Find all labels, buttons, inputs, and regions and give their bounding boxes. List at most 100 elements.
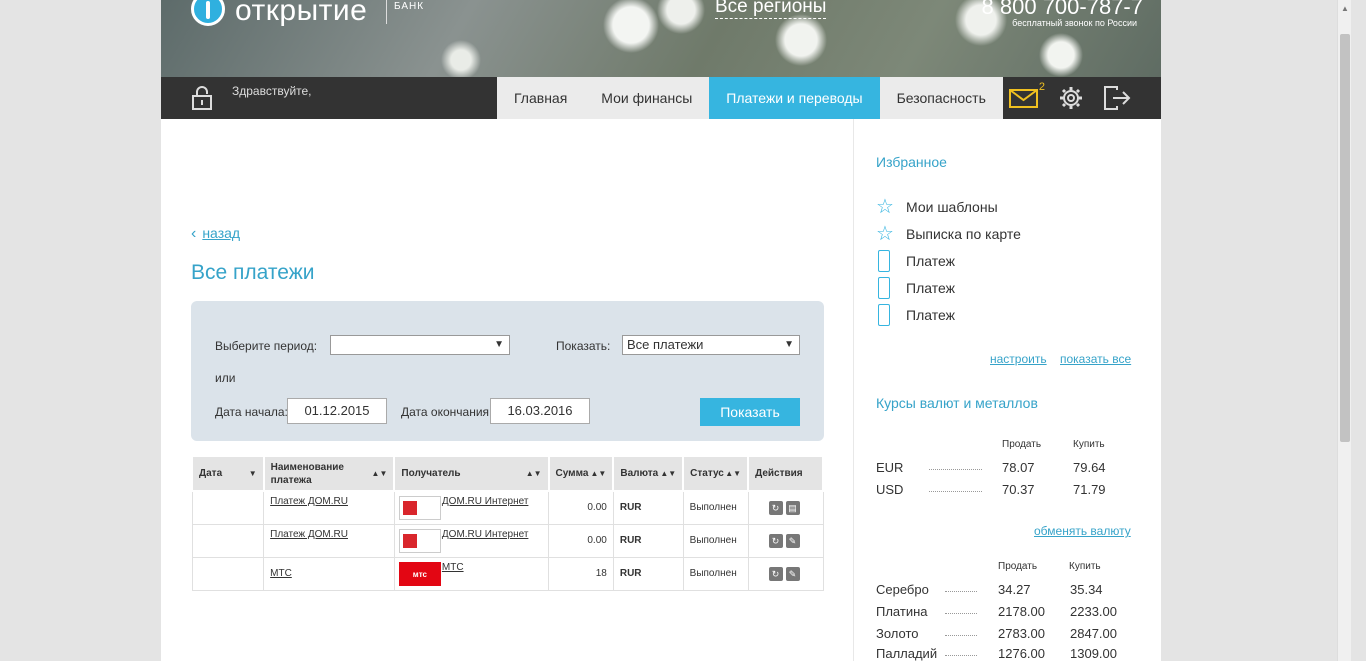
show-all-link[interactable]: показать все [1060,352,1131,366]
cell-status: Выполнен [682,490,749,525]
phone-icon [876,304,894,326]
cell-currency: RUR [612,556,684,591]
tab-finances[interactable]: Мои финансы [584,77,710,119]
scrollbar[interactable]: ▲ [1337,0,1351,661]
logo-icon[interactable] [191,0,225,26]
favorite-item[interactable]: Платеж [876,304,955,326]
favorites-title: Избранное [876,154,947,170]
gear-icon[interactable] [1059,86,1083,110]
cart-icon[interactable]: ▤ [785,500,800,515]
col-amount[interactable]: Сумма ▲▼ [547,455,615,492]
back-link[interactable]: ‹ назад [191,225,240,243]
scrollbar-thumb[interactable] [1340,34,1350,442]
cell-date [191,490,265,525]
sell-header: Продать [998,561,1038,572]
table-header-row: Дата ▼ Наименование платежа ▲▼ Получатель ▲… [191,455,824,492]
col-currency[interactable]: Валюта ▲▼ [612,455,685,492]
lock-icon [192,86,212,110]
favorite-item[interactable]: Платеж [876,277,955,299]
period-label: Выберите период: [215,339,318,353]
start-date-input[interactable]: 01.12.2015 [287,398,387,424]
cell-recipient[interactable]: мтсМТС [393,556,550,591]
dropdown-arrow-icon: ▼ [494,339,504,350]
col-status[interactable]: Статус ▲▼ [682,455,750,492]
star-icon: ☆ [876,196,894,218]
cell-recipient[interactable]: ДОМ.RU Интернет [393,523,550,558]
domru-logo-icon [398,495,441,520]
mail-icon [1009,89,1038,108]
or-label: или [215,371,236,385]
col-date[interactable]: Дата ▼ [191,455,265,492]
cell-actions: ↻ ✎ [747,523,824,558]
configure-link[interactable]: настроить [990,352,1047,366]
edit-icon[interactable]: ✎ [785,566,800,581]
cell-recipient[interactable]: ДОМ.RU Интернет [393,490,550,525]
repeat-icon[interactable]: ↻ [768,533,783,548]
cell-status: Выполнен [682,523,749,558]
table-row: Платеж ДОМ.RU ДОМ.RU Интернет 0.00 RUR В… [191,490,824,525]
cell-actions: ↻ ▤ [747,490,824,525]
sort-icon: ▲▼ [660,469,677,478]
header-banner: ОТКРЫТИЕ БАНК Все регионы 8 800 700-787-… [161,0,1161,77]
logo-divider [386,0,387,24]
tab-main[interactable]: Главная [497,77,585,119]
cell-name[interactable]: Платеж ДОМ.RU [263,490,395,525]
tab-payments[interactable]: Платежи и переводы [709,77,880,119]
payments-table: Дата ▼ Наименование платежа ▲▼ Получатель ▲… [191,455,824,591]
domru-logo-icon [398,528,441,553]
cell-name[interactable]: МТС [263,556,395,591]
cell-status: Выполнен [682,556,749,591]
page: ОТКРЫТИЕ БАНК Все регионы 8 800 700-787-… [161,0,1161,661]
end-date-input[interactable]: 16.03.2016 [490,398,590,424]
cell-currency: RUR [612,490,684,525]
edit-icon[interactable]: ✎ [785,533,800,548]
mail-button[interactable]: 2 [1009,81,1045,109]
table-row: Платеж ДОМ.RU ДОМ.RU Интернет 0.00 RUR В… [191,523,824,558]
phone-icon [876,277,894,299]
exchange-link[interactable]: обменять валюту [1034,524,1131,538]
col-recipient[interactable]: Получатель ▲▼ [393,455,550,492]
show-button[interactable]: Показать [700,398,800,426]
cell-amount: 18 [548,556,614,591]
logo-bank-label: БАНК [394,1,425,12]
repeat-icon[interactable]: ↻ [768,566,783,581]
repeat-icon[interactable]: ↻ [768,500,783,515]
period-select[interactable]: ▼ [330,335,510,355]
nav-icons: 2 [1009,77,1131,119]
end-date-label: Дата окончания: [401,405,493,419]
sort-icon: ▼ [248,469,257,478]
logout-icon[interactable] [1103,86,1131,110]
cell-amount: 0.00 [548,490,614,525]
mts-logo-icon: мтс [398,561,441,586]
cell-date [191,556,265,591]
buy-header: Купить [1069,561,1101,572]
region-selector[interactable]: Все регионы [715,0,827,19]
mail-count-badge: 2 [1038,81,1045,93]
cell-date [191,523,265,558]
greeting-text: Здравствуйте, [232,84,312,98]
col-name[interactable]: Наименование платежа ▲▼ [262,455,396,492]
cell-name[interactable]: Платеж ДОМ.RU [263,523,395,558]
sort-icon: ▲▼ [725,469,742,478]
favorite-item[interactable]: ☆ Выписка по карте [876,224,1021,244]
page-title: Все платежи [191,261,315,284]
show-label: Показать: [556,339,611,353]
filter-panel: Выберите период: ▼ Показать: Все платежи… [191,301,824,441]
buy-header: Купить [1073,439,1105,450]
favorite-item[interactable]: Платеж [876,250,955,272]
favorite-item[interactable]: ☆ Мои шаблоны [876,197,998,217]
cell-amount: 0.00 [548,523,614,558]
star-icon: ☆ [876,223,894,245]
phone-icon [876,250,894,272]
phone-subtitle: бесплатный звонок по России [1012,18,1137,28]
sell-header: Продать [1002,439,1042,450]
logo-text[interactable]: ОТКРЫТИЕ [235,0,367,28]
col-actions: Действия [747,455,824,492]
tab-security[interactable]: Безопасность [879,77,1003,119]
right-sidebar: Избранное ☆ Мои шаблоны ☆ Выписка по карте… [853,119,1161,661]
phone-number: 8 800 700-787-7 [981,0,1143,19]
table-row: МТС мтсМТС 18 RUR Выполнен ↻ ✎ [191,556,824,591]
sort-icon: ▲▼ [371,469,388,478]
scroll-up-icon[interactable]: ▲ [1341,4,1349,13]
show-select[interactable]: Все платежи ▼ [622,335,800,355]
